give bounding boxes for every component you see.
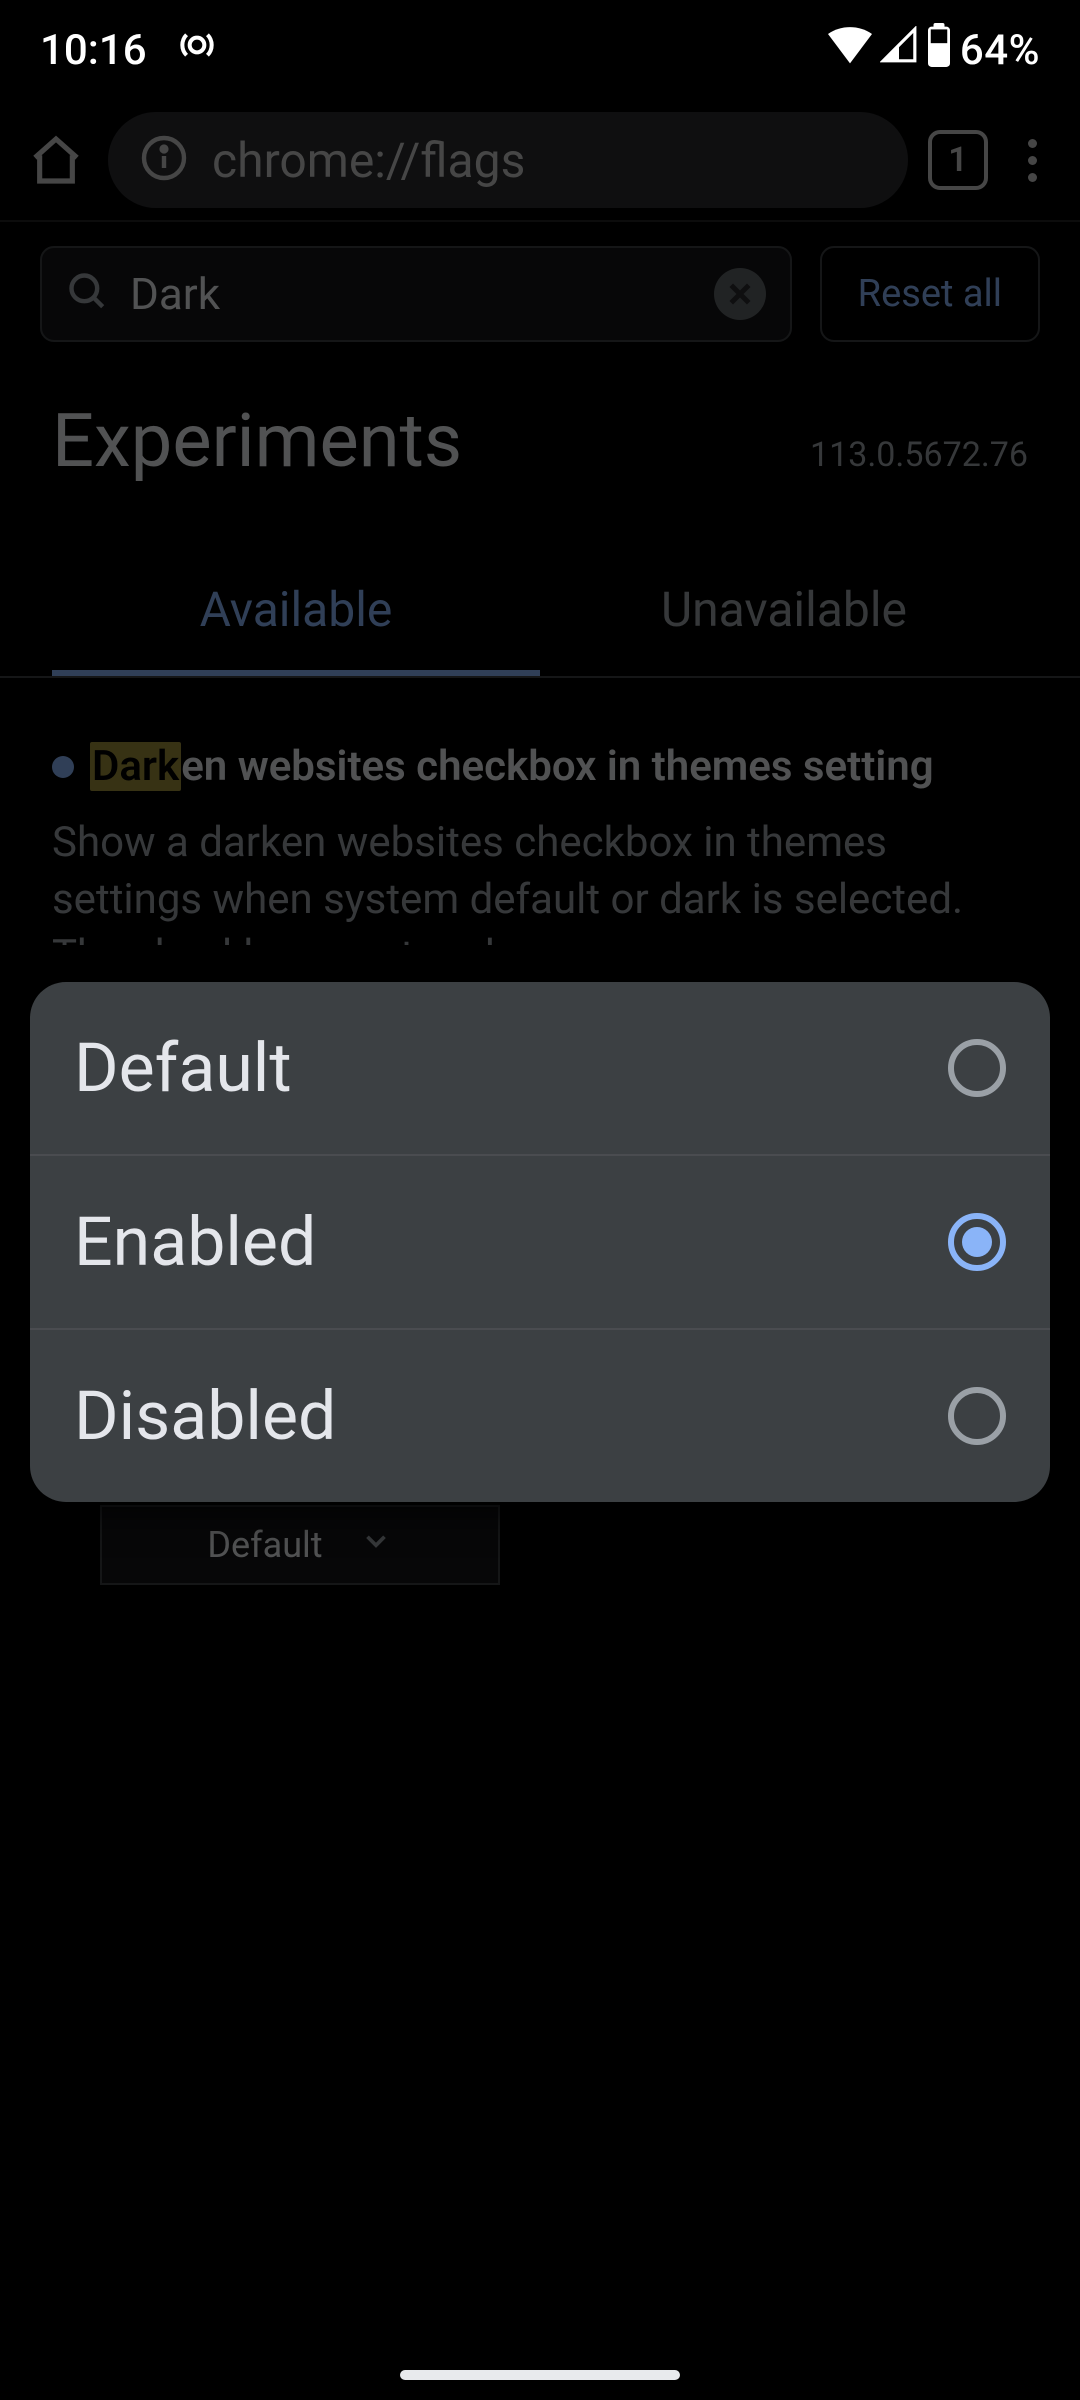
flag-state-dropdown[interactable]: Default <box>100 1505 500 1585</box>
flag-dropdown-value: Default <box>207 1524 322 1566</box>
status-clock: 10:16 <box>40 26 147 75</box>
flags-search-box[interactable] <box>40 246 792 342</box>
option-default[interactable]: Default <box>30 982 1050 1154</box>
option-disabled[interactable]: Disabled <box>30 1328 1050 1502</box>
experiments-header: Experiments 113.0.5672.76 <box>0 366 1080 485</box>
battery-percent: 64% <box>960 26 1040 75</box>
cell-signal-icon <box>880 26 918 75</box>
flag-description: Show a darken websites checkbox in theme… <box>52 815 1028 945</box>
radio-icon <box>948 1039 1006 1097</box>
radio-selected-icon <box>948 1213 1006 1271</box>
cast-icon <box>175 23 219 78</box>
flags-tabs: Available Unavailable <box>0 549 1080 678</box>
tab-unavailable[interactable]: Unavailable <box>540 549 1028 676</box>
url-text: chrome://flags <box>212 132 525 189</box>
page-title: Experiments <box>52 398 810 485</box>
option-label: Enabled <box>74 1202 316 1282</box>
radio-icon <box>948 1387 1006 1445</box>
gesture-nav-bar[interactable] <box>400 2370 680 2380</box>
clear-search-button[interactable] <box>714 268 766 320</box>
reset-all-button[interactable]: Reset all <box>820 246 1040 342</box>
flag-title-highlight: Dark <box>90 742 181 791</box>
info-icon <box>140 134 188 186</box>
flag-state-dialog: Default Enabled Disabled <box>30 982 1050 1502</box>
home-button[interactable] <box>24 128 88 192</box>
url-bar[interactable]: chrome://flags <box>108 112 908 208</box>
chrome-version: 113.0.5672.76 <box>810 435 1028 475</box>
browser-toolbar: chrome://flags 1 <box>0 100 1080 220</box>
menu-button[interactable] <box>1008 128 1056 192</box>
search-icon <box>66 270 110 318</box>
option-label: Default <box>74 1028 292 1108</box>
flags-search-input[interactable] <box>130 268 694 320</box>
status-bar: 10:16 64% <box>0 0 1080 100</box>
option-enabled[interactable]: Enabled <box>30 1154 1050 1328</box>
chevron-down-icon <box>359 1524 393 1567</box>
flag-title: Darken websites checkbox in themes setti… <box>52 742 1028 791</box>
modified-dot-icon <box>52 756 74 778</box>
option-label: Disabled <box>74 1376 336 1456</box>
wifi-icon <box>828 25 872 76</box>
tab-available[interactable]: Available <box>52 549 540 676</box>
tab-switcher-button[interactable]: 1 <box>928 130 988 190</box>
flag-title-rest: en websites checkbox in themes setting <box>181 742 933 791</box>
flags-search-row: Reset all <box>0 222 1080 366</box>
battery-icon <box>926 23 952 78</box>
